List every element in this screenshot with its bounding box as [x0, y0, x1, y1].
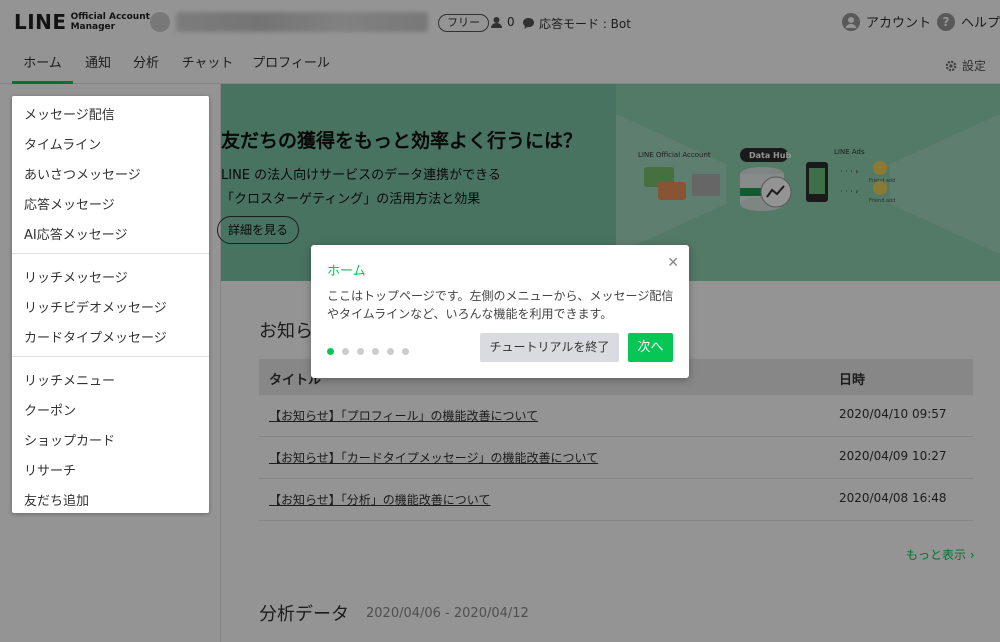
step-dot [357, 348, 364, 355]
menu-item-coupon[interactable]: クーポン [24, 400, 76, 419]
menu-item-rich-menu[interactable]: リッチメニュー [24, 370, 115, 389]
menu-item-message-delivery[interactable]: メッセージ配信 [24, 104, 115, 123]
step-dot [387, 348, 394, 355]
menu-item-ai-reply[interactable]: AI応答メッセージ [24, 224, 127, 243]
feature-menu: メッセージ配信 タイムライン あいさつメッセージ 応答メッセージ AI応答メッセ… [12, 96, 209, 513]
close-icon[interactable]: ✕ [667, 255, 679, 271]
menu-divider [12, 253, 209, 254]
step-dot [342, 348, 349, 355]
menu-item-card-message[interactable]: カードタイプメッセージ [24, 327, 167, 346]
menu-item-rich-message[interactable]: リッチメッセージ [24, 267, 128, 286]
menu-item-shop-card[interactable]: ショップカード [24, 430, 115, 449]
tutorial-dialog: ホーム ✕ ここはトップページです。左側のメニューから、メッセージ配信やタイムラ… [311, 245, 689, 378]
dialog-body: ここはトップページです。左側のメニューから、メッセージ配信やタイムラインなど、い… [327, 289, 674, 321]
menu-divider [12, 356, 209, 357]
menu-item-research[interactable]: リサーチ [24, 460, 76, 479]
menu-item-greeting-message[interactable]: あいさつメッセージ [24, 164, 141, 183]
dialog-title: ホーム [327, 264, 366, 279]
step-dot [372, 348, 379, 355]
menu-item-rich-video-message[interactable]: リッチビデオメッセージ [24, 297, 167, 316]
step-indicator [327, 348, 409, 355]
menu-item-add-friends[interactable]: 友だち追加 [24, 490, 89, 509]
step-dot [402, 348, 409, 355]
menu-item-timeline[interactable]: タイムライン [24, 134, 101, 153]
next-button[interactable]: 次へ [628, 333, 673, 362]
end-tutorial-button[interactable]: チュートリアルを終了 [480, 333, 619, 362]
step-dot-active [327, 348, 334, 355]
menu-item-auto-reply[interactable]: 応答メッセージ [24, 194, 115, 213]
